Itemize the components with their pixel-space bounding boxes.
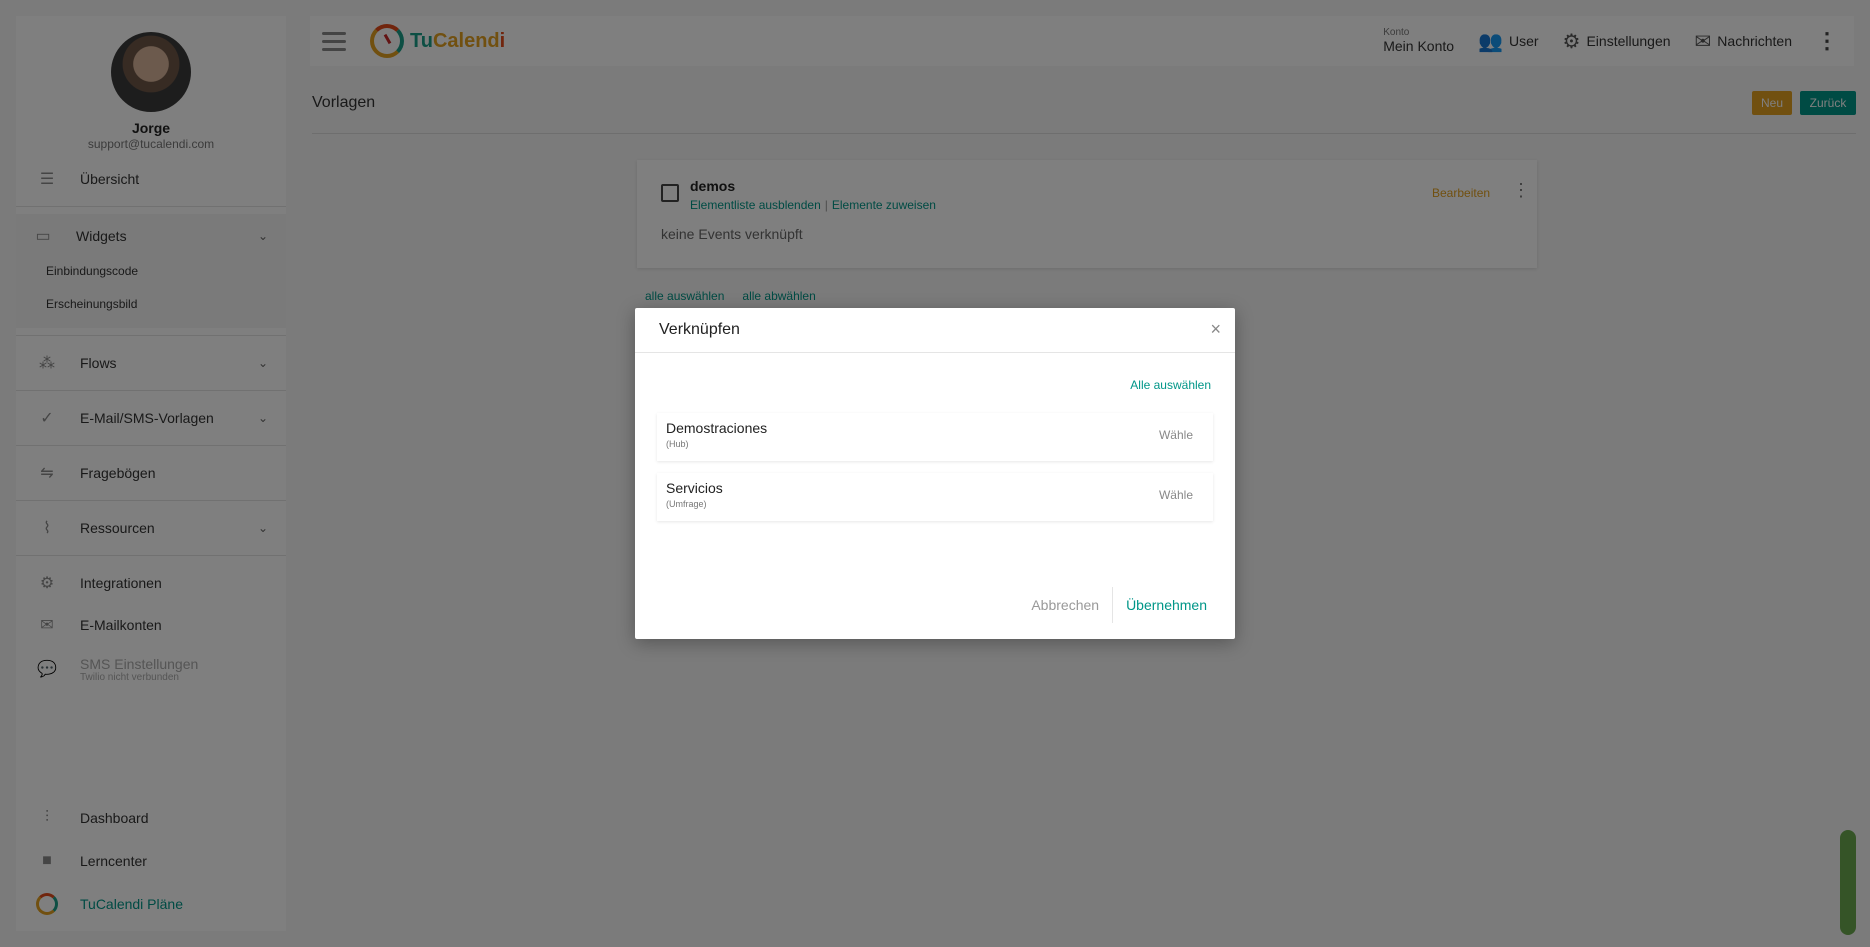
list-item[interactable]: Demostraciones (Hub) Wähle: [657, 413, 1213, 461]
option-type: (Umfrage): [666, 499, 707, 509]
link-dialog: Verknüpfen × Alle auswählen Demostracion…: [635, 308, 1235, 639]
dialog-title: Verknüpfen: [659, 321, 740, 338]
choose-button[interactable]: Wähle: [1159, 488, 1193, 502]
choose-button[interactable]: Wähle: [1159, 428, 1193, 442]
cancel-button[interactable]: Abbrechen: [1019, 589, 1111, 621]
divider: [1112, 587, 1114, 623]
list-item[interactable]: Servicios (Umfrage) Wähle: [657, 473, 1213, 521]
dialog-select-all-link[interactable]: Alle auswählen: [1130, 378, 1211, 392]
option-name: Demostraciones: [666, 420, 768, 436]
option-name: Servicios: [666, 480, 723, 496]
option-type: (Hub): [666, 439, 689, 449]
apply-button[interactable]: Übernehmen: [1114, 589, 1207, 621]
dialog-footer: Abbrechen Übernehmen: [1019, 587, 1207, 623]
dialog-header: Verknüpfen ×: [635, 308, 1235, 353]
close-icon[interactable]: ×: [1210, 319, 1221, 340]
